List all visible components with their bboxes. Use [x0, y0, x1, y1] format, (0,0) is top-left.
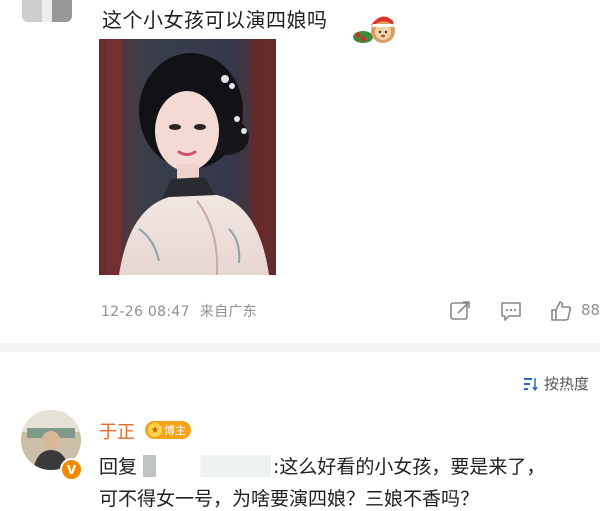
comment-text-line1: 回复 :这么好看的小女孩，要是来了， — [99, 452, 545, 479]
sort-by-hot-button[interactable]: 按热度 — [524, 373, 589, 394]
reply-prefix: 回复 — [99, 456, 138, 478]
comment-text-line2: 可不得女一号，为啥要演四娘？三娘不香吗？ — [99, 488, 480, 510]
post-source: 来自广东 — [199, 304, 257, 320]
share-icon[interactable] — [449, 300, 471, 322]
blurred-reply-target — [143, 454, 272, 477]
comment-icon[interactable] — [500, 300, 522, 322]
like-count: 88 — [581, 301, 600, 319]
like-icon[interactable] — [550, 300, 572, 322]
section-divider — [0, 343, 600, 352]
reply-text-1: :这么好看的小女孩，要是来了， — [273, 456, 546, 478]
post-time: 12-26 08:47 — [101, 304, 190, 320]
author-badge-label: 博主 — [164, 424, 186, 437]
author-badge: ★ 博主 — [145, 421, 191, 439]
verified-badge-icon: V — [60, 458, 83, 481]
post-meta: 12-26 08:47 来自广东 — [101, 301, 267, 321]
christmas-sticker-icon — [353, 16, 399, 43]
commenter-username[interactable]: 于正 — [99, 418, 135, 444]
sort-icon — [524, 377, 538, 391]
post-text: 这个小女孩可以演四娘吗 — [102, 8, 328, 32]
author-badge-icon: ★ — [148, 423, 162, 437]
sort-label: 按热度 — [544, 375, 590, 393]
post-photo[interactable] — [99, 39, 276, 275]
poster-avatar[interactable] — [22, 0, 72, 22]
